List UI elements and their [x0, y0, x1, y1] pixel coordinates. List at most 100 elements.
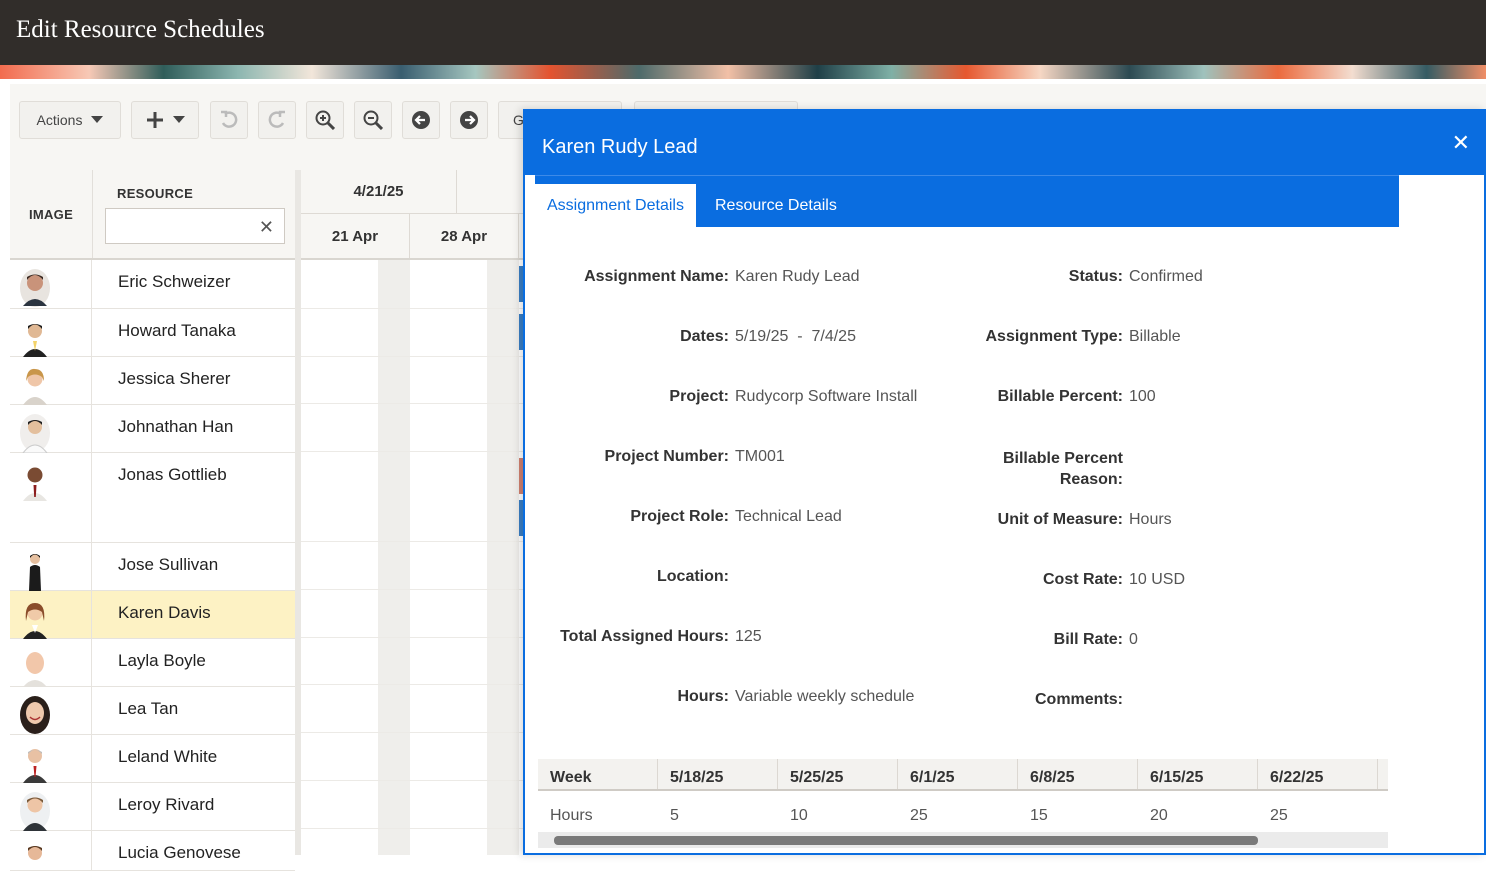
- field-value: 125: [735, 628, 762, 645]
- field-label: Hours:: [677, 688, 729, 705]
- table-row[interactable]: Jose Sullivan: [10, 543, 295, 591]
- resource-filter-input[interactable]: ✕: [105, 208, 285, 244]
- table-horizontal-scrollbar[interactable]: [538, 832, 1388, 848]
- field-label: Comments:: [1034, 691, 1123, 708]
- zoom-in-icon: [315, 110, 335, 130]
- redo-icon: [268, 110, 285, 128]
- field-billable-percent-reason: Billable Percent Reason:: [915, 448, 1129, 490]
- chevron-down-icon: [91, 116, 104, 123]
- table-cell: 25: [1270, 807, 1288, 824]
- table-header-cell: 5/18/25: [658, 759, 778, 789]
- row-divider: [301, 451, 523, 452]
- tab-resource-details[interactable]: Resource Details: [703, 184, 849, 228]
- avatar: [23, 603, 47, 639]
- chevron-down-icon: [172, 116, 185, 123]
- undo-button[interactable]: [210, 101, 248, 139]
- image-cell: [10, 783, 92, 831]
- resource-name: Jessica Sherer: [118, 369, 231, 388]
- timeline-week-header: 4/21/25: [301, 170, 457, 214]
- field-label: Total Assigned Hours:: [560, 628, 729, 645]
- table-row[interactable]: Jessica Sherer: [10, 357, 295, 405]
- table-cell: Hours: [550, 807, 593, 824]
- add-menu-button[interactable]: [131, 101, 199, 139]
- field-label: Unit of Measure:: [997, 511, 1123, 528]
- table-row[interactable]: Howard Tanaka: [10, 309, 295, 357]
- table-header-cell: 6/15/25: [1138, 759, 1258, 789]
- resource-name: Jonas Gottlieb: [118, 465, 227, 484]
- table-row[interactable]: Lea Tan: [10, 687, 295, 735]
- avatar: [28, 846, 42, 860]
- table-cell: 15: [1030, 807, 1048, 824]
- field-value: 5/19/25 - 7/4/25: [735, 328, 856, 345]
- field-label: Bill Rate:: [1053, 631, 1123, 648]
- table-row[interactable]: Johnathan Han: [10, 405, 295, 453]
- previous-button[interactable]: [402, 101, 440, 139]
- row-divider: [301, 403, 523, 404]
- table-row[interactable]: Leland White: [10, 735, 295, 783]
- table-header-cell: 6/1/25: [898, 759, 1018, 789]
- field-assignment-name: Assignment Name: Karen Rudy Lead: [525, 268, 860, 286]
- table-row[interactable]: Eric Schweizer: [10, 260, 295, 309]
- row-divider: [301, 828, 523, 829]
- decorative-banner: [0, 65, 1486, 79]
- row-divider: [301, 637, 523, 638]
- redo-button[interactable]: [258, 101, 296, 139]
- scrollbar-thumb[interactable]: [554, 836, 1258, 845]
- field-location: Location:: [525, 568, 735, 586]
- table-row[interactable]: Jonas Gottlieb: [10, 453, 295, 543]
- field-total-assigned-hours: Total Assigned Hours: 125: [525, 628, 762, 646]
- grid-header: IMAGE RESOURCE ✕: [10, 170, 295, 260]
- table-cell: 20: [1150, 807, 1168, 824]
- field-project: Project: Rudycorp Software Install: [525, 388, 917, 406]
- table-cell: 5: [670, 807, 679, 824]
- arrow-right-circle-icon: [460, 111, 478, 129]
- field-label: Cost Rate:: [1042, 571, 1123, 588]
- table-row[interactable]: Lucia Genovese: [10, 831, 295, 871]
- field-comments: Comments:: [915, 691, 1129, 709]
- image-column-header[interactable]: IMAGE: [10, 170, 92, 258]
- table-row-selected[interactable]: Karen Davis: [10, 591, 295, 639]
- zoom-out-icon: [363, 110, 383, 130]
- table-row[interactable]: Layla Boyle: [10, 639, 295, 687]
- actions-menu-button[interactable]: Actions: [19, 101, 121, 139]
- weekly-hours-header-row: Week 5/18/25 5/25/25 6/1/25 6/8/25 6/15/…: [538, 759, 1388, 791]
- field-label: Location:: [657, 568, 729, 585]
- field-label: Billable Percent Reason:: [1002, 450, 1123, 488]
- tab-assignment-details[interactable]: Assignment Details: [535, 184, 696, 228]
- field-value: Rudycorp Software Install: [735, 388, 918, 405]
- resource-header-label[interactable]: RESOURCE: [117, 186, 193, 201]
- resource-name: Karen Davis: [118, 603, 211, 622]
- page-title: Edit Resource Schedules: [16, 16, 265, 43]
- field-value: Confirmed: [1129, 268, 1203, 285]
- zoom-in-button[interactable]: [306, 101, 344, 139]
- row-divider: [301, 684, 523, 685]
- table-row[interactable]: Leroy Rivard: [10, 783, 295, 831]
- row-divider: [301, 732, 523, 733]
- avatar: [20, 414, 50, 453]
- table-cell: 25: [910, 807, 928, 824]
- image-cell: [10, 831, 92, 870]
- field-value: 10 USD: [1129, 571, 1186, 588]
- table-header-cell: 6/22/25: [1258, 759, 1378, 789]
- row-divider: [301, 308, 523, 309]
- clear-filter-icon[interactable]: ✕: [259, 217, 274, 238]
- image-cell: [10, 543, 92, 591]
- close-icon[interactable]: ✕: [1452, 130, 1470, 156]
- image-cell: [10, 357, 92, 405]
- resource-name: Eric Schweizer: [118, 272, 231, 291]
- field-billable-percent: Billable Percent: 100: [915, 388, 1156, 406]
- field-value: Karen Rudy Lead: [735, 268, 860, 285]
- avatar: [23, 652, 47, 687]
- row-divider: [301, 541, 523, 542]
- dialog-header: Karen Rudy Lead ✕: [525, 111, 1484, 175]
- zoom-out-button[interactable]: [354, 101, 392, 139]
- timeline-body[interactable]: [301, 260, 524, 855]
- assignment-dialog: Karen Rudy Lead ✕ Assignment Details Res…: [523, 109, 1486, 855]
- field-label: Dates:: [680, 328, 729, 345]
- avatar: [20, 792, 50, 831]
- arrow-left-circle-icon: [412, 111, 430, 129]
- title-bar: Edit Resource Schedules: [0, 0, 1486, 65]
- next-button[interactable]: [450, 101, 488, 139]
- resource-name: Lucia Genovese: [118, 843, 241, 862]
- field-project-role: Project Role: Technical Lead: [525, 508, 841, 526]
